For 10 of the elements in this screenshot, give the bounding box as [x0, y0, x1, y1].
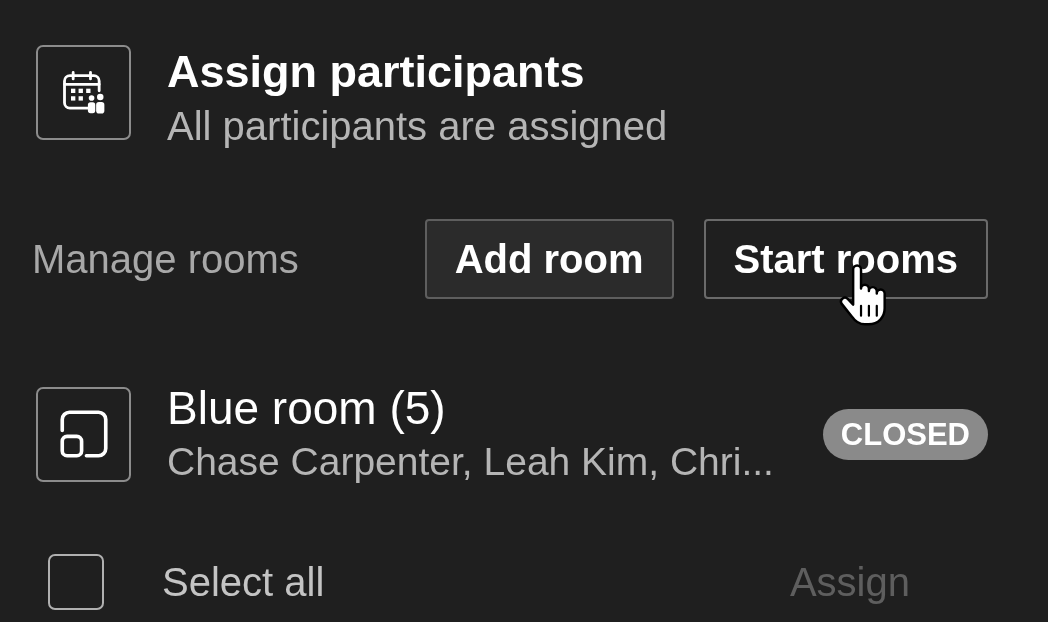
room-status: CLOSED — [822, 408, 988, 460]
select-all-label: Select all — [162, 559, 325, 605]
room-participants: Chase Carpenter, Leah Kim, Chri... — [167, 439, 775, 485]
panel-title: Assign participants — [167, 45, 586, 99]
manage-rooms-label: Manage rooms — [32, 236, 299, 282]
start-rooms-button[interactable]: Start rooms — [703, 219, 988, 299]
panel-subtitle: All participants are assigned — [167, 103, 668, 149]
select-all-checkbox[interactable] — [48, 554, 104, 610]
room-name: Blue room (5) — [167, 383, 447, 433]
add-room-button[interactable]: Add room — [424, 219, 674, 299]
